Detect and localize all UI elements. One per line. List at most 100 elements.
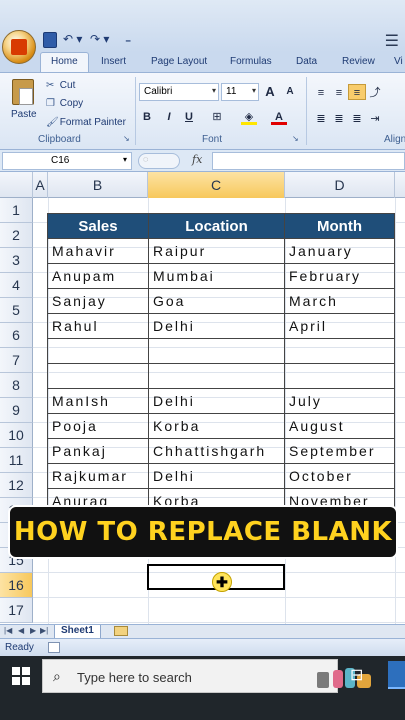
shrink-font-button[interactable]: A: [282, 84, 298, 100]
windows-start-icon[interactable]: [12, 667, 30, 685]
row-header-11[interactable]: 11: [0, 448, 33, 473]
row-header-4[interactable]: 4: [0, 273, 33, 298]
zoom-handle-icon[interactable]: ◌: [138, 153, 180, 169]
cell-sales[interactable]: Pankaj: [47, 438, 149, 464]
dialog-launcher-icon[interactable]: ↘: [292, 134, 299, 143]
paste-button[interactable]: Paste: [11, 109, 37, 120]
column-header-d[interactable]: D: [285, 172, 395, 198]
font-size-combo[interactable]: 11 ▾: [221, 83, 259, 101]
name-box[interactable]: C16 ▾: [2, 152, 132, 170]
tab-data[interactable]: Data: [296, 56, 317, 67]
customize-quick-access-icon[interactable]: ₌: [125, 32, 131, 48]
paste-icon[interactable]: [12, 79, 34, 105]
cell-location[interactable]: Raipur: [148, 238, 285, 264]
copy-button[interactable]: ❐ Copy: [46, 98, 83, 109]
align-center-icon[interactable]: ≣: [330, 111, 348, 127]
row-header-17[interactable]: 17: [0, 598, 33, 623]
row-header-8[interactable]: 8: [0, 373, 33, 398]
cell-location[interactable]: Delhi: [148, 463, 285, 489]
indent-icon[interactable]: ⇥: [366, 111, 384, 127]
insert-sheet-icon[interactable]: [114, 626, 128, 636]
cell-location[interactable]: Korba: [148, 413, 285, 439]
tab-view[interactable]: Vi: [394, 56, 403, 67]
row-header-5[interactable]: 5: [0, 298, 33, 323]
cell-sales[interactable]: Rahul: [47, 313, 149, 339]
taskbar-search-box[interactable]: ⌕ Type here to search: [42, 659, 371, 693]
column-header-c[interactable]: C: [148, 172, 285, 198]
office-button[interactable]: [2, 30, 36, 64]
row-header-1[interactable]: 1: [0, 198, 33, 223]
cell-location[interactable]: Delhi: [148, 313, 285, 339]
row-header-9[interactable]: 9: [0, 398, 33, 423]
cell-sales[interactable]: ManIsh: [47, 388, 149, 414]
cell-month[interactable]: February: [284, 263, 395, 289]
cell-sales[interactable]: Mahavir: [47, 238, 149, 264]
orientation-icon[interactable]: ⤴: [366, 85, 384, 101]
cell-month[interactable]: [284, 363, 395, 389]
formula-input[interactable]: [212, 152, 405, 170]
cell-month[interactable]: March: [284, 288, 395, 314]
cell-location[interactable]: [148, 363, 285, 389]
tab-home[interactable]: Home: [40, 52, 89, 72]
row-header-6[interactable]: 6: [0, 323, 33, 348]
cell-sales[interactable]: Pooja: [47, 413, 149, 439]
pinned-app-icon[interactable]: [388, 661, 405, 689]
cell-sales[interactable]: Rajkumar: [47, 463, 149, 489]
undo-icon[interactable]: ↶ ▾: [63, 32, 82, 48]
underline-button[interactable]: U: [181, 109, 197, 125]
next-sheet-icon[interactable]: ▶: [30, 626, 36, 635]
tab-formulas[interactable]: Formulas: [230, 56, 272, 67]
tab-insert[interactable]: Insert: [101, 56, 126, 67]
cell-sales[interactable]: [47, 363, 149, 389]
task-view-icon[interactable]: ⊟: [350, 665, 363, 685]
cell-sales[interactable]: Sanjay: [47, 288, 149, 314]
cell-month[interactable]: [284, 338, 395, 364]
cell-location[interactable]: Goa: [148, 288, 285, 314]
tab-page-layout[interactable]: Page Layout: [151, 56, 207, 67]
header-month[interactable]: Month: [284, 213, 395, 239]
fill-color-icon[interactable]: ◈: [241, 109, 257, 125]
cell-month[interactable]: April: [284, 313, 395, 339]
sheet-tab-sheet1[interactable]: Sheet1: [54, 625, 101, 639]
row-header-10[interactable]: 10: [0, 423, 33, 448]
last-sheet-icon[interactable]: ▶|: [40, 626, 48, 635]
align-left-icon[interactable]: ≣: [312, 111, 330, 127]
format-painter-button[interactable]: 🖌 Format Painter: [46, 117, 126, 128]
prev-sheet-icon[interactable]: ◀: [18, 626, 24, 635]
tab-review[interactable]: Review: [342, 56, 375, 67]
row-header-7[interactable]: 7: [0, 348, 33, 373]
column-header-e[interactable]: [395, 172, 405, 198]
insert-function-button[interactable]: fx: [192, 153, 202, 166]
align-middle-icon[interactable]: ≡: [330, 85, 348, 101]
row-header-3[interactable]: 3: [0, 248, 33, 273]
header-sales[interactable]: Sales: [47, 213, 149, 239]
row-header-12[interactable]: 12: [0, 473, 33, 498]
cell-sales[interactable]: [47, 338, 149, 364]
cell-month[interactable]: July: [284, 388, 395, 414]
align-right-icon[interactable]: ≣: [348, 111, 366, 127]
align-top-icon[interactable]: ≡: [312, 85, 330, 101]
column-header-b[interactable]: B: [48, 172, 148, 198]
select-all-corner[interactable]: [0, 172, 33, 198]
cell-location[interactable]: Chhattishgarh: [148, 438, 285, 464]
menu-icon[interactable]: ☰: [385, 31, 399, 51]
cell-location[interactable]: Mumbai: [148, 263, 285, 289]
first-sheet-icon[interactable]: |◀: [4, 626, 12, 635]
cell-month[interactable]: January: [284, 238, 395, 264]
redo-icon[interactable]: ↷ ▾: [90, 32, 109, 48]
align-bottom-icon[interactable]: ≡: [348, 84, 366, 100]
cell-month[interactable]: September: [284, 438, 395, 464]
cell-month[interactable]: August: [284, 413, 395, 439]
font-color-button[interactable]: A: [271, 109, 287, 125]
borders-icon[interactable]: ⊞: [209, 109, 225, 125]
dialog-launcher-icon[interactable]: ↘: [123, 134, 130, 143]
worksheet-grid[interactable]: A B C D 1234567891011121314151617 Sales …: [0, 172, 405, 624]
column-header-a[interactable]: A: [33, 172, 48, 198]
grow-font-button[interactable]: A: [262, 84, 278, 100]
row-header-16[interactable]: 16: [0, 573, 33, 598]
header-location[interactable]: Location: [148, 213, 285, 239]
cell-location[interactable]: [148, 338, 285, 364]
save-icon[interactable]: [43, 32, 57, 48]
cut-button[interactable]: ✂ Cut: [46, 80, 75, 91]
macro-record-icon[interactable]: [48, 642, 60, 653]
